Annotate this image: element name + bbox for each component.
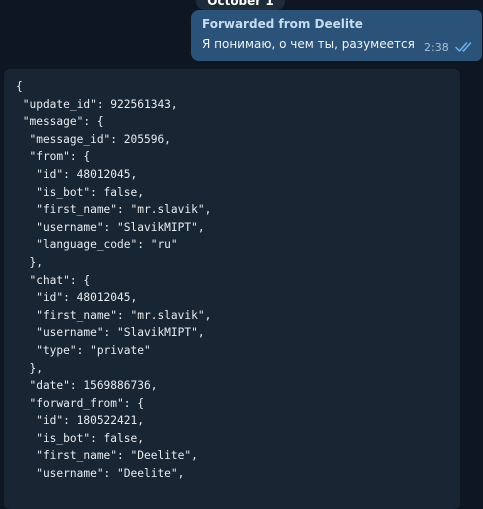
- code-line: "is_bot": false,: [16, 431, 144, 445]
- code-line: "chat": {: [16, 273, 91, 287]
- code-line: "language_code": "ru": [16, 238, 178, 252]
- code-line: "is_bot": false,: [16, 185, 144, 199]
- code-line: "username": "SlavikMIPT",: [16, 220, 205, 234]
- code-line: "first_name": "Deelite",: [16, 449, 198, 463]
- message-text: Я понимаю, о чем ты, разумеется: [202, 37, 415, 51]
- code-line: "date": 1569886736,: [16, 379, 158, 393]
- code-line: "update_id": 922561343,: [16, 97, 178, 111]
- code-line: "from": {: [16, 150, 91, 164]
- code-line: "username": "Deelite",: [16, 467, 185, 481]
- double-check-icon: [455, 42, 472, 52]
- code-line: "forward_from": {: [16, 396, 144, 410]
- code-line: "username": "SlavikMIPT",: [16, 326, 205, 340]
- code-line: "first_name": "mr.slavik",: [16, 203, 212, 217]
- incoming-message-bubble[interactable]: { "update_id": 922561343, "message": { "…: [4, 69, 460, 509]
- code-line: "type": "private": [16, 343, 151, 357]
- date-separator: October 1: [196, 0, 285, 10]
- code-line: "message_id": 205596,: [16, 132, 171, 146]
- code-line: "id": 48012045,: [16, 291, 138, 305]
- code-line: "message": {: [16, 115, 104, 129]
- code-line: },: [16, 255, 43, 269]
- code-line: {: [16, 80, 23, 93]
- code-line: "id": 180522421,: [16, 414, 144, 428]
- outgoing-message-bubble[interactable]: Forwarded from Deelite Я понимаю, о чем …: [191, 10, 482, 61]
- json-code-block: { "update_id": 922561343, "message": { "…: [16, 78, 211, 483]
- code-line: "first_name": "mr.slavik",: [16, 308, 212, 322]
- forwarded-from-label[interactable]: Forwarded from Deelite: [202, 17, 363, 31]
- code-line: "id": 48012045,: [16, 167, 138, 181]
- code-line: },: [16, 361, 43, 375]
- message-time: 2:38: [424, 41, 449, 54]
